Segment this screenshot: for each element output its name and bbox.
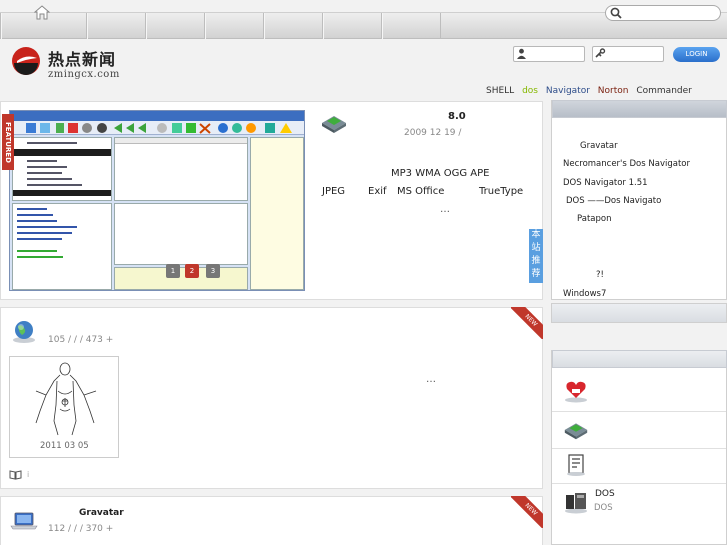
page-button-1[interactable]: 1 — [166, 264, 180, 278]
window-titlebar — [10, 111, 304, 121]
format-jpeg: JPEG — [322, 186, 346, 197]
nav-item[interactable] — [263, 13, 322, 39]
home-icon[interactable] — [34, 5, 50, 20]
menu-list-lines — [17, 208, 77, 258]
sidebar-list-item[interactable]: DOS Navigator 1.51 — [563, 178, 648, 188]
post-title[interactable]: Gravatar — [79, 508, 124, 518]
recommend-tab[interactable]: 本站推荐 — [529, 229, 543, 283]
sidebar-header — [552, 304, 726, 322]
status-pane — [114, 267, 248, 290]
divider — [552, 448, 726, 449]
software-box-icon[interactable] — [562, 417, 590, 441]
nav-divider — [440, 13, 441, 39]
sidebar-header — [552, 350, 727, 368]
post-thumbnail[interactable]: 2011 03 05 — [9, 356, 119, 458]
toolbar-icons — [26, 123, 292, 134]
menu-list-pane — [12, 203, 112, 290]
document-icon[interactable] — [564, 453, 588, 477]
sidebar-list-item[interactable]: Gravatar — [580, 141, 618, 151]
nav-item[interactable] — [145, 13, 204, 39]
detail-pane — [114, 203, 248, 265]
sidebar-panel — [551, 303, 727, 323]
search-input[interactable] — [605, 5, 721, 21]
new-badge: NEW — [511, 496, 543, 528]
post-meta: 112 / / / 370 + — [48, 524, 114, 534]
computer-icon[interactable] — [562, 490, 590, 514]
tag-link[interactable]: Commander — [636, 86, 692, 96]
tag-link[interactable]: dos — [522, 86, 538, 96]
tree-lines — [27, 142, 82, 186]
footer-mark: i — [27, 470, 30, 479]
nav-item[interactable] — [381, 13, 440, 39]
featured-date: 2009 12 19 / — [404, 128, 462, 138]
divider — [552, 483, 726, 484]
featured-version[interactable]: 8.0 — [448, 111, 466, 122]
book-icon[interactable] — [9, 470, 22, 480]
sidebar-list-item[interactable]: ?! — [596, 270, 604, 280]
logo-domain[interactable]: zmingcx.com — [48, 69, 120, 80]
sidebar-list-item[interactable]: Patapon — [577, 214, 611, 224]
sidebar-item-subtitle: DOS — [594, 503, 613, 513]
nav-item[interactable] — [204, 13, 263, 39]
tree-pane — [12, 137, 112, 201]
logo-title[interactable]: 热点新闻 — [48, 46, 116, 70]
sidebar-list-item[interactable]: Windows7 — [563, 289, 606, 299]
sidebar-item-title[interactable]: DOS — [595, 489, 615, 499]
sidebar-list-item[interactable]: Necromancer's Dos Navigator — [563, 159, 690, 169]
post-card — [0, 496, 543, 545]
sidebar-list-item[interactable]: DOS ——Dos Navigato — [566, 196, 661, 206]
divider — [552, 411, 726, 412]
laptop-icon — [10, 512, 38, 530]
key-icon — [595, 48, 606, 58]
page-button-3[interactable]: 3 — [206, 264, 220, 278]
post-ellipsis: … — [426, 374, 436, 385]
page-button-2[interactable]: 2 — [185, 264, 199, 278]
thumbnail-date: 2011 03 05 — [40, 441, 89, 451]
file-list-pane — [114, 137, 248, 201]
featured-screenshot[interactable] — [9, 110, 305, 291]
format-truetype: TrueType — [479, 186, 524, 197]
featured-badge: FEATURED — [2, 114, 14, 170]
login-button[interactable]: LOGIN — [673, 47, 720, 62]
heart-icon[interactable] — [562, 379, 590, 403]
nav-item[interactable] — [322, 13, 381, 39]
tag-link[interactable]: Norton — [598, 86, 629, 96]
tag-link[interactable]: SHELL — [486, 86, 514, 96]
user-icon — [517, 48, 526, 59]
sidebar-header — [552, 100, 727, 118]
new-badge: NEW — [511, 307, 543, 339]
featured-audio-formats: MP3 WMA OGG APE — [391, 168, 490, 179]
tag-cloud: SHELL dos Navigator Norton Commander — [486, 86, 697, 96]
format-msoffice: MS Office — [397, 186, 445, 197]
tag-link[interactable]: Navigator — [546, 86, 590, 96]
search-icon[interactable] — [610, 7, 622, 19]
logo-icon[interactable] — [11, 46, 41, 76]
format-exif: Exif — [368, 186, 387, 197]
property-pane — [250, 137, 304, 290]
post-meta: 105 / / / 473 + — [48, 335, 114, 345]
body-sketch-image — [35, 362, 97, 436]
list-header — [115, 138, 247, 144]
nav-item[interactable] — [86, 13, 145, 39]
window-toolbar — [10, 121, 304, 135]
software-box-icon — [322, 116, 346, 133]
globe-icon — [13, 321, 35, 343]
featured-ellipsis: … — [440, 204, 450, 215]
